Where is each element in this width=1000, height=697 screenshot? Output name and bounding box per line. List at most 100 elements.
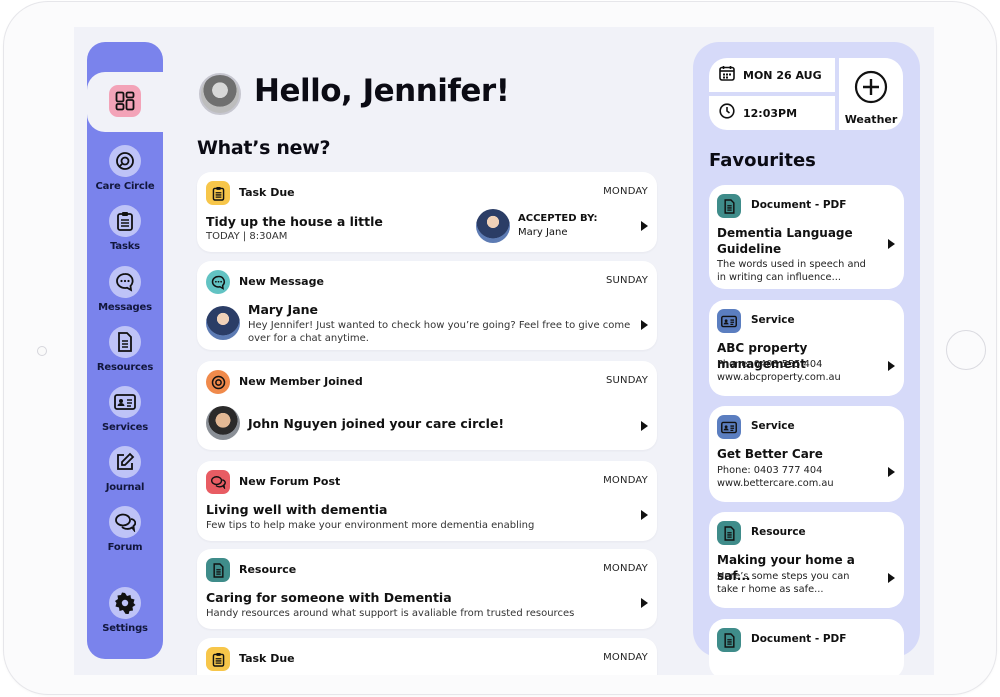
page-title: Hello, Jennifer!: [254, 73, 510, 109]
play-icon[interactable]: [641, 421, 648, 431]
favourite-type: Service: [751, 420, 795, 432]
gear-icon: [109, 587, 141, 619]
edit-icon: [109, 446, 141, 478]
plus-circle-icon: [839, 70, 903, 109]
feed-card-new-message[interactable]: New Message SUNDAY Mary Jane Hey Jennife…: [197, 261, 657, 350]
feed-card-task-due[interactable]: Task Due MONDAY Tidy up the house a litt…: [197, 172, 657, 252]
camera: [37, 346, 47, 356]
favourite-type: Document - PDF: [751, 199, 847, 211]
chat-icon: [109, 266, 141, 298]
accepted-name: Mary Jane: [518, 227, 568, 238]
sidebar-item-services[interactable]: Services: [87, 386, 163, 433]
target-icon: [109, 145, 141, 177]
forum-icon: [206, 470, 230, 494]
sidebar-item-messages[interactable]: Messages: [87, 266, 163, 313]
favourite-title: Dementia Language Guideline: [717, 226, 853, 256]
tablet-frame: Care Circle Tasks Messages Resources Ser…: [4, 2, 996, 694]
sidebar-item-care-circle[interactable]: Care Circle: [87, 145, 163, 192]
document-icon: [717, 194, 741, 218]
card-title: Caring for someone with Dementia: [206, 590, 452, 605]
sidebar-item-label: Settings: [102, 623, 148, 634]
sidebar-item-journal[interactable]: Journal: [87, 446, 163, 493]
weather-button[interactable]: Weather: [839, 58, 903, 130]
sidebar-item-forum[interactable]: Forum: [87, 506, 163, 553]
favourite-card-resource[interactable]: Resource Making your home a saf... Here’…: [709, 512, 904, 608]
avatar: [206, 306, 240, 340]
favourite-card-service[interactable]: Service ABC property management Phone: 0…: [709, 300, 904, 396]
time-box: 12:03PM: [709, 96, 835, 130]
sidebar-item-tasks[interactable]: Tasks: [87, 205, 163, 252]
id-card-icon: [109, 386, 141, 418]
card-day: MONDAY: [603, 186, 648, 197]
favourite-type: Resource: [751, 526, 806, 538]
card-type: New Message: [239, 275, 324, 288]
play-icon[interactable]: [888, 361, 895, 371]
favourite-subtitle: The words used in speech and in writing …: [717, 259, 866, 283]
sidebar: Care Circle Tasks Messages Resources Ser…: [87, 42, 176, 659]
card-day: SUNDAY: [605, 275, 648, 286]
target-icon: [206, 370, 230, 394]
favourite-subtitle: Here’s some steps you can take r home as…: [717, 571, 850, 595]
calendar-icon: [719, 65, 735, 86]
sidebar-item-settings[interactable]: Settings: [87, 587, 163, 634]
clipboard-icon: [206, 181, 230, 205]
card-subtitle: Few tips to help make your environment m…: [206, 520, 535, 531]
avatar: [476, 209, 510, 243]
right-panel: MON 26 AUG 12:03PM Weather Favourites Do…: [693, 42, 920, 675]
play-icon[interactable]: [888, 239, 895, 249]
dashboard-icon: [109, 85, 141, 117]
sidebar-item-label: Resources: [96, 362, 154, 373]
card-day: MONDAY: [603, 563, 648, 574]
clipboard-icon: [109, 205, 141, 237]
card-title: Mary Jane: [248, 302, 319, 317]
sidebar-item-resources[interactable]: Resources: [87, 326, 163, 373]
document-icon: [717, 628, 741, 652]
favourite-card-document[interactable]: Document - PDF: [709, 619, 904, 675]
play-icon[interactable]: [641, 221, 648, 231]
home-button[interactable]: [946, 330, 986, 370]
favourite-card-document[interactable]: Document - PDF Dementia Language Guideli…: [709, 185, 904, 289]
section-title: What’s new?: [197, 137, 331, 159]
play-icon[interactable]: [888, 573, 895, 583]
document-icon: [206, 558, 230, 582]
sidebar-item-label: Tasks: [110, 241, 140, 252]
clock-icon: [719, 102, 735, 124]
card-type: Task Due: [239, 186, 295, 199]
chat-icon: [206, 270, 230, 294]
time-text: 12:03PM: [743, 106, 798, 120]
feed-card-resource[interactable]: Resource MONDAY Caring for someone with …: [197, 549, 657, 629]
card-title: Tidy up the house a little: [206, 214, 383, 229]
accepted-label: ACCEPTED BY:: [518, 213, 598, 224]
sidebar-item-label: Services: [102, 422, 148, 433]
card-subtitle: Hey Jennifer! Just wanted to check how y…: [248, 320, 631, 344]
date-box: MON 26 AUG: [709, 58, 835, 92]
id-card-icon: [717, 309, 741, 333]
favourite-subtitle: Phone: 0403 555 404 www.abcproperty.com.…: [717, 359, 841, 383]
sidebar-item-label: Forum: [107, 542, 143, 553]
play-icon[interactable]: [641, 598, 648, 608]
sidebar-item-label: Care Circle: [95, 181, 155, 192]
sidebar-item-home[interactable]: [87, 72, 176, 132]
document-icon: [717, 521, 741, 545]
favourites-title: Favourites: [709, 150, 816, 171]
feed-card-new-member[interactable]: New Member Joined SUNDAY John Nguyen joi…: [197, 361, 657, 450]
feed-card-task-due[interactable]: Task Due MONDAY: [197, 638, 657, 675]
feed-card-forum-post[interactable]: New Forum Post MONDAY Living well with d…: [197, 461, 657, 541]
date-text: MON 26 AUG: [743, 68, 822, 82]
play-icon[interactable]: [888, 467, 895, 477]
card-subtitle: Handy resources around what support is a…: [206, 608, 575, 619]
favourite-title: Get Better Care: [717, 447, 823, 461]
card-subtitle: TODAY | 8:30AM: [206, 231, 288, 242]
favourite-card-service[interactable]: Service Get Better Care Phone: 0403 777 …: [709, 406, 904, 502]
sidebar-item-label: Journal: [105, 482, 145, 493]
favourite-type: Document - PDF: [751, 633, 847, 645]
play-icon[interactable]: [641, 510, 648, 520]
avatar: [206, 406, 240, 440]
user-avatar[interactable]: [199, 73, 241, 115]
id-card-icon: [717, 415, 741, 439]
card-day: MONDAY: [603, 652, 648, 663]
play-icon[interactable]: [641, 320, 648, 330]
card-day: MONDAY: [603, 475, 648, 486]
card-type: Task Due: [239, 652, 295, 665]
weather-label: Weather: [844, 113, 898, 126]
